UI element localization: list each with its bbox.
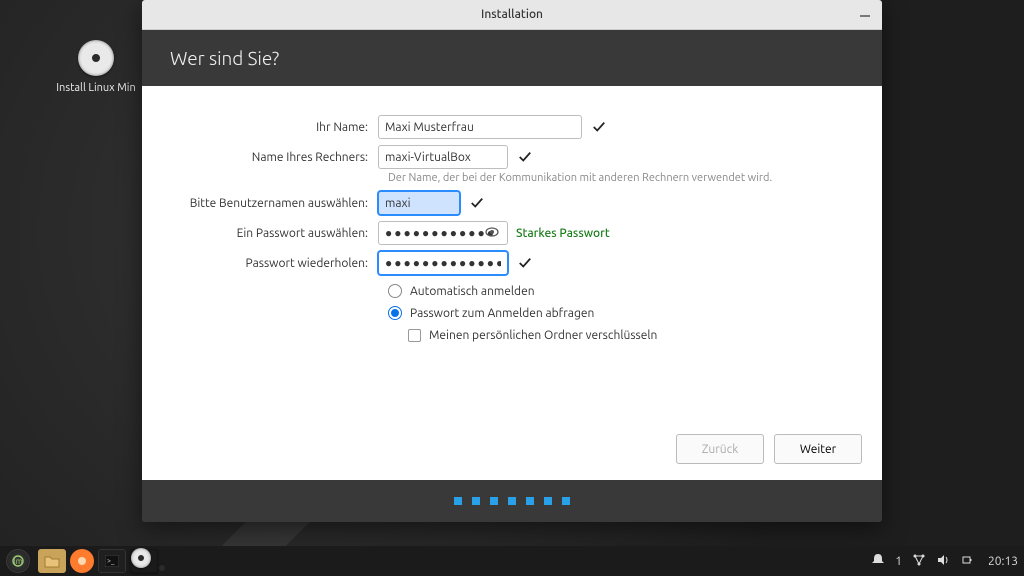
check-icon [516,254,534,272]
taskbar-firefox-icon[interactable] [70,549,94,573]
notifications-icon[interactable] [871,553,885,570]
checkbox-encrypt-home[interactable] [408,329,421,342]
step-heading-text: Wer sind Sie? [170,47,279,69]
check-icon [516,148,534,166]
dot-icon [544,497,552,505]
name-input[interactable] [378,115,582,139]
tray-count: 1 [895,555,902,568]
network-icon[interactable] [912,553,926,570]
password-confirm-label: Passwort wiederholen: [178,257,378,270]
dot-icon [472,497,480,505]
minimize-button[interactable] [858,6,872,20]
svg-text:lm: lm [14,557,23,566]
form-area: Ihr Name: Name Ihres Rechners: Der Name,… [142,86,882,424]
password-label: Ein Passwort auswählen: [178,227,378,240]
footer-buttons: Zurück Weiter [142,424,882,480]
password-confirm-input[interactable] [378,251,508,275]
window-titlebar[interactable]: Installation [142,0,882,30]
taskbar: lm >_ .taskbar .disc::after{top:7px;left… [0,546,1024,576]
desktop-icon-installer[interactable]: Install Linux Min [56,40,136,94]
progress-dots [142,480,882,522]
eye-icon[interactable] [484,224,500,243]
disc-icon [78,40,114,76]
installer-window: Installation Wer sind Sie? Ihr Name: Nam… [142,0,882,522]
desktop-icon-label: Install Linux Min [56,82,136,94]
taskbar-files-icon[interactable] [38,549,66,573]
checkbox-encrypt-home-label: Meinen persönlichen Ordner verschlüsseln [429,329,657,342]
clock[interactable]: 20:13 [988,555,1018,568]
taskbar-terminal-icon[interactable]: >_ [98,549,126,573]
dot-icon [562,497,570,505]
taskbar-installer-icon[interactable]: .taskbar .disc::after{top:7px;left:7px;w… [130,549,158,573]
radio-auto-login-label: Automatisch anmelden [410,285,535,298]
username-input[interactable] [378,191,460,215]
desktop: Install Linux Min Installation Wer sind … [0,0,1024,576]
volume-icon[interactable] [936,553,950,570]
dot-icon [454,497,462,505]
dot-icon [490,497,498,505]
hostname-label: Name Ihres Rechners: [178,151,378,164]
step-heading: Wer sind Sie? [142,30,882,86]
window-title: Installation [481,8,543,21]
radio-auto-login[interactable] [388,284,402,298]
hostname-hint: Der Name, der bei der Kommunikation mit … [388,172,846,184]
radio-require-password-label: Passwort zum Anmelden abfragen [410,307,594,320]
check-icon [468,194,486,212]
back-button[interactable]: Zurück [676,434,764,464]
hostname-input[interactable] [378,145,508,169]
username-label: Bitte Benutzernamen auswählen: [178,197,378,210]
dot-icon [526,497,534,505]
system-tray: 1 20:13 [871,553,1018,570]
check-icon [590,118,608,136]
start-menu-button[interactable]: lm [6,549,30,573]
name-label: Ihr Name: [178,121,378,134]
next-button[interactable]: Weiter [774,434,862,464]
password-strength: Starkes Passwort [516,227,610,240]
radio-require-password[interactable] [388,306,402,320]
dot-icon [508,497,516,505]
power-icon[interactable] [960,553,974,570]
svg-text:>_: >_ [107,557,115,565]
